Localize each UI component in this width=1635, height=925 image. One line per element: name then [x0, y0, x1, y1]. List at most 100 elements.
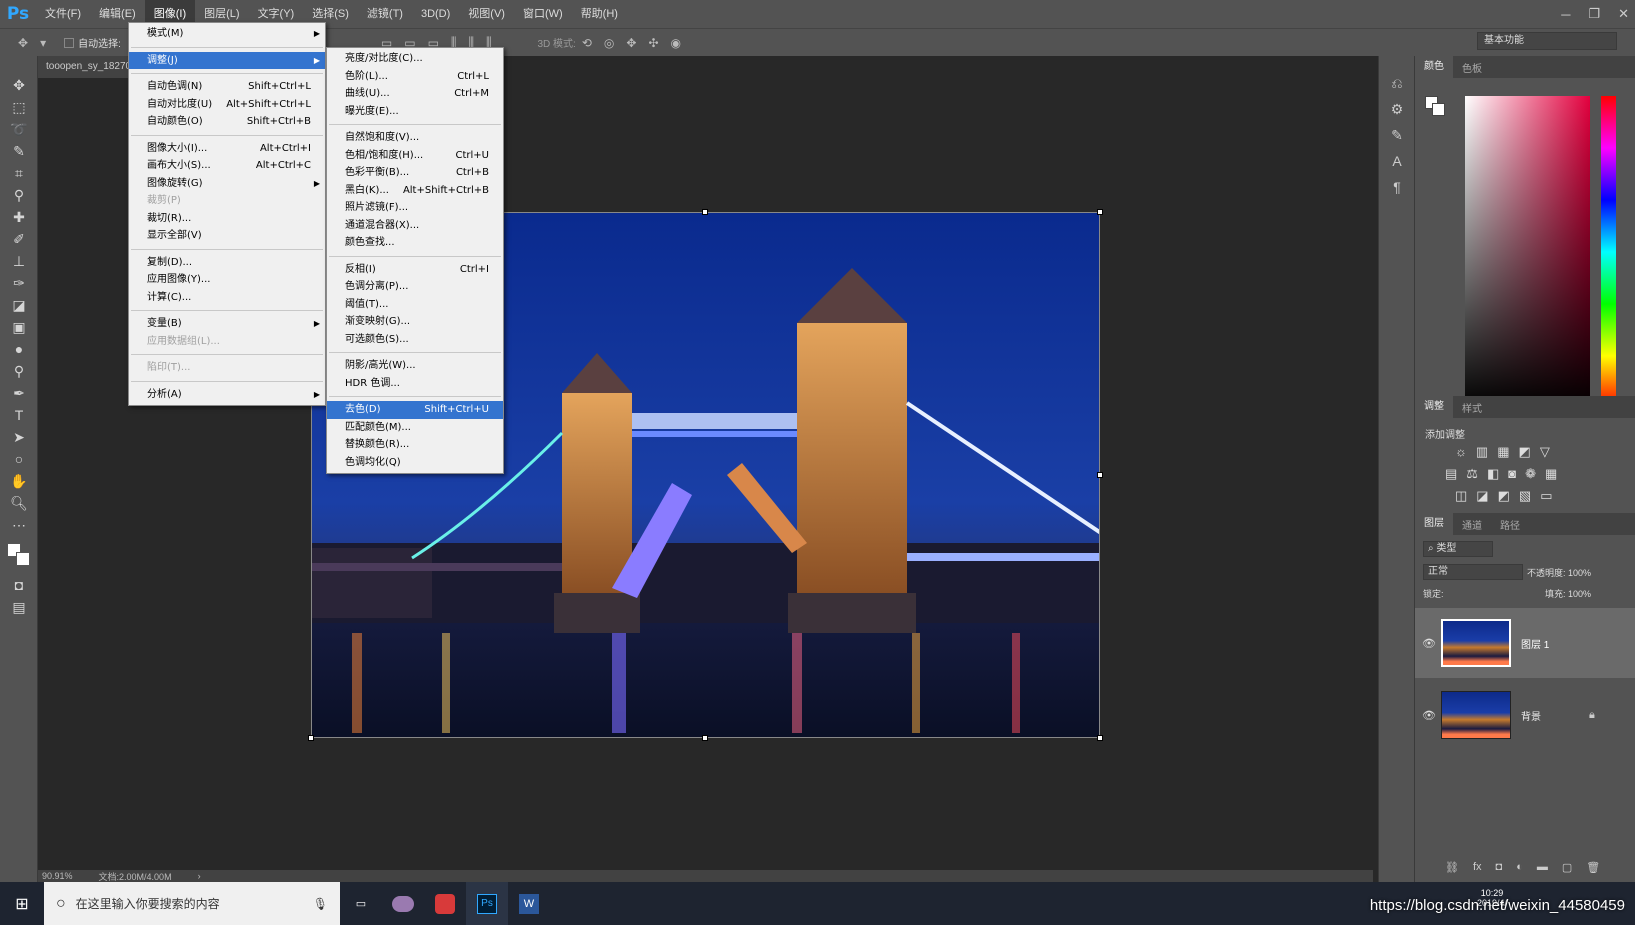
eyedropper-tool-icon[interactable]: ⚲: [0, 184, 38, 206]
color-swatches-icon[interactable]: [0, 536, 38, 574]
tab-channels[interactable]: 通道: [1453, 517, 1491, 532]
menu-file[interactable]: 文件(F): [36, 0, 90, 28]
chevron-down-icon[interactable]: ▾: [40, 36, 46, 50]
adjust_menu-item[interactable]: 曲线(U)... Ctrl+M: [327, 85, 503, 103]
shape-tool-icon[interactable]: ○: [0, 448, 38, 470]
image_menu-item[interactable]: 调整(J) ▶: [129, 51, 325, 69]
close-button[interactable]: ✕: [1618, 6, 1629, 22]
blend-mode-select[interactable]: 正常: [1423, 564, 1523, 580]
eye-icon[interactable]: 👁︎: [1417, 709, 1441, 722]
adjust_menu-item[interactable]: 亮度/对比度(C)...: [327, 50, 503, 68]
selective-color-icon[interactable]: ▧: [1519, 488, 1531, 504]
zoom-level[interactable]: 90.91%: [42, 871, 73, 881]
adjust_menu-item[interactable]: 颜色查找...: [327, 234, 503, 252]
fill-value[interactable]: 100%: [1568, 589, 1591, 599]
adjust_menu-item[interactable]: 通道混合器(X)...: [327, 217, 503, 235]
transform-handle[interactable]: [702, 735, 708, 741]
adjust_menu-item[interactable]: HDR 色调...: [327, 375, 503, 393]
posterize-icon[interactable]: ◪: [1476, 488, 1488, 504]
mask-icon[interactable]: ◘: [1496, 861, 1503, 874]
adjustment-layer-icon[interactable]: ◐: [1516, 861, 1523, 874]
image_menu-item[interactable]: 应用图像(Y)...: [129, 271, 325, 289]
app-icon[interactable]: [382, 882, 424, 925]
tab-paths[interactable]: 路径: [1491, 517, 1529, 532]
adjust_menu-item[interactable]: 阴影/高光(W)...: [327, 357, 503, 375]
curves-icon[interactable]: ▦: [1497, 444, 1509, 460]
layer-name[interactable]: 背景: [1521, 708, 1541, 723]
adjust_menu-item[interactable]: 曝光度(E)...: [327, 103, 503, 121]
pan-3d-icon[interactable]: ✥: [626, 36, 636, 50]
menu-filter[interactable]: 滤镜(T): [358, 0, 412, 28]
pen-tool-icon[interactable]: ✒: [0, 382, 38, 404]
menu-window[interactable]: 窗口(W): [514, 0, 572, 28]
channel-mixer-icon[interactable]: ❁: [1525, 466, 1536, 482]
crop-tool-icon[interactable]: ⌗: [0, 162, 38, 184]
adjust_menu-item[interactable]: 黑白(K)... Alt+Shift+Ctrl+B: [327, 182, 503, 200]
adjust_menu-item[interactable]: 色彩平衡(B)... Ctrl+B: [327, 164, 503, 182]
slide-3d-icon[interactable]: ✣: [648, 36, 658, 50]
path-select-tool-icon[interactable]: ➤: [0, 426, 38, 448]
fx-icon[interactable]: fx: [1473, 861, 1482, 874]
brightness-icon[interactable]: ☼: [1455, 444, 1467, 460]
layer-row[interactable]: 👁︎ 背景 🔒︎: [1415, 680, 1635, 750]
menu-3d[interactable]: 3D(D): [412, 0, 459, 28]
opacity-value[interactable]: 100%: [1568, 568, 1591, 578]
layer-row[interactable]: 👁︎ 图层 1: [1415, 608, 1635, 678]
tab-color[interactable]: 颜色: [1415, 56, 1453, 78]
history-icon[interactable]: ⎌: [1379, 70, 1415, 96]
image_menu-item[interactable]: 裁切(R)...: [129, 210, 325, 228]
restore-button[interactable]: ❐: [1588, 6, 1600, 22]
adjust_menu-item[interactable]: 色调分离(P)...: [327, 278, 503, 296]
adjust_menu-item[interactable]: 自然饱和度(V)...: [327, 129, 503, 147]
scale-3d-icon[interactable]: ◉: [671, 36, 681, 50]
tab-swatches[interactable]: 色板: [1453, 60, 1491, 75]
adjust_menu-item[interactable]: 色相/饱和度(H)... Ctrl+U: [327, 147, 503, 165]
image_menu-item[interactable]: 分析(A) ▶: [129, 386, 325, 404]
blur-tool-icon[interactable]: ●: [0, 338, 38, 360]
microphone-icon[interactable]: 🎙︎: [313, 897, 328, 911]
tab-adjustments[interactable]: 调整: [1415, 396, 1453, 418]
marquee-tool-icon[interactable]: ⬚: [0, 96, 38, 118]
dodge-tool-icon[interactable]: ⚲: [0, 360, 38, 382]
task-view-icon[interactable]: ▭: [340, 882, 382, 925]
invert-icon[interactable]: ◫: [1455, 488, 1467, 504]
chevron-right-icon[interactable]: ›: [198, 871, 201, 881]
move-tool-icon[interactable]: ✥: [0, 74, 38, 96]
link-icon[interactable]: ⛓: [1445, 861, 1459, 874]
history-brush-tool-icon[interactable]: ✑: [0, 272, 38, 294]
image_menu-item[interactable]: 画布大小(S)... Alt+Ctrl+C: [129, 157, 325, 175]
windows-start-icon[interactable]: ⊞: [0, 882, 44, 925]
menu-view[interactable]: 视图(V): [459, 0, 514, 28]
character-icon[interactable]: A: [1379, 148, 1415, 174]
roll-3d-icon[interactable]: ◎: [604, 36, 614, 50]
trash-icon[interactable]: 🗑︎: [1586, 861, 1600, 874]
taskbar-search[interactable]: ○ 在这里输入你要搜索的内容 🎙︎: [44, 882, 340, 925]
zoom-tool-icon[interactable]: 🔍︎: [0, 492, 38, 514]
layer-filter-select[interactable]: ⌕ 类型: [1423, 541, 1493, 557]
black-white-icon[interactable]: ◧: [1487, 466, 1499, 482]
transform-handle[interactable]: [702, 209, 708, 215]
stamp-tool-icon[interactable]: ⊥: [0, 250, 38, 272]
adjust_menu-item[interactable]: 色阶(L)... Ctrl+L: [327, 68, 503, 86]
hue-slider[interactable]: [1601, 96, 1616, 408]
folder-icon[interactable]: ▬: [1537, 861, 1548, 874]
adjust_menu-item[interactable]: 替换颜色(R)...: [327, 436, 503, 454]
adjust_menu-item[interactable]: 照片滤镜(F)...: [327, 199, 503, 217]
menu-help[interactable]: 帮助(H): [572, 0, 627, 28]
eye-icon[interactable]: 👁︎: [1417, 637, 1441, 650]
color-picker-field[interactable]: [1465, 96, 1590, 408]
image_menu-item[interactable]: 计算(C)...: [129, 289, 325, 307]
quick-mask-icon[interactable]: ◘: [0, 574, 38, 596]
tab-styles[interactable]: 样式: [1453, 400, 1491, 415]
healing-tool-icon[interactable]: ✚: [0, 206, 38, 228]
hand-tool-icon[interactable]: ✋: [0, 470, 38, 492]
transform-handle[interactable]: [1097, 472, 1103, 478]
screen-mode-icon[interactable]: ▤: [0, 596, 38, 618]
adjust_menu-item[interactable]: 阈值(T)...: [327, 296, 503, 314]
image_menu-item[interactable]: 自动颜色(O) Shift+Ctrl+B: [129, 113, 325, 131]
workspace-select[interactable]: 基本功能: [1477, 32, 1617, 50]
quick-select-tool-icon[interactable]: ✎: [0, 140, 38, 162]
brush-tool-icon[interactable]: ✐: [0, 228, 38, 250]
gradient-tool-icon[interactable]: ▣: [0, 316, 38, 338]
transform-handle[interactable]: [1097, 735, 1103, 741]
